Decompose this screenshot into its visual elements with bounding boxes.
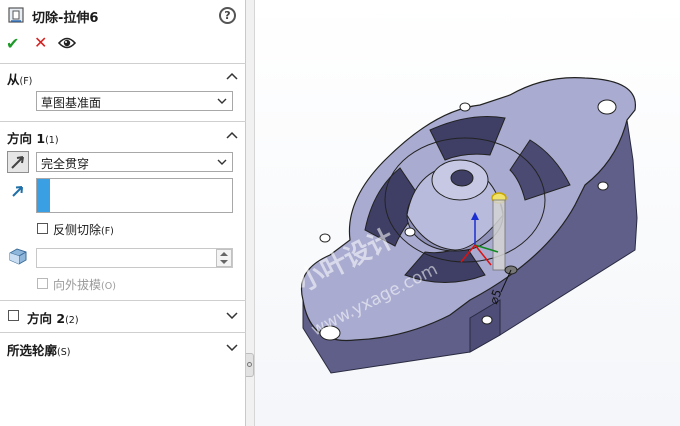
from-selected-value: 草图基准面 — [41, 96, 102, 110]
graphics-viewport[interactable]: ⌀5 小叶设计 www.yxage.com — [255, 0, 680, 426]
property-manager-panel: 切除-拉伸6 ? ✔ ✕ 从(F) 草图基准面 方向 1(1) 完全贯穿 反侧切… — [0, 0, 246, 426]
ok-button[interactable]: ✔ — [6, 34, 19, 53]
direction-vector-icon — [12, 186, 23, 197]
selection-focus-indicator — [37, 179, 50, 212]
section-direction1-header[interactable]: 方向 1(1) — [0, 125, 246, 147]
title-bar: 切除-拉伸6 ? — [0, 0, 246, 32]
spinner-arrows-icon — [220, 252, 228, 264]
separator — [0, 332, 246, 333]
chevron-down-icon — [217, 98, 227, 104]
draft-angle-field — [36, 248, 233, 268]
reverse-direction-icon — [11, 156, 24, 169]
draft-angle-spinner — [216, 249, 232, 267]
cancel-button[interactable]: ✕ — [34, 33, 47, 52]
splitter-handle[interactable] — [246, 353, 254, 377]
cut-extrude-feature-icon — [8, 7, 24, 23]
detailed-preview-button[interactable] — [58, 36, 76, 50]
direction2-checkbox[interactable] — [8, 310, 19, 321]
section-from-header[interactable]: 从(F) — [0, 66, 246, 88]
section-direction1-title: 方向 1(1) — [7, 131, 59, 146]
feature-title: 切除-拉伸6 — [32, 11, 99, 26]
section-selected-contours-header[interactable]: 所选轮廓(S) — [0, 337, 246, 359]
end-condition-dropdown[interactable]: 完全贯穿 — [36, 152, 233, 172]
flip-side-label: 反侧切除(F) — [53, 223, 114, 237]
reverse-direction-button[interactable] — [7, 151, 29, 173]
part-model[interactable]: ⌀5 — [255, 0, 680, 426]
chevron-up-icon[interactable] — [226, 131, 238, 139]
separator — [0, 300, 246, 301]
panel-splitter[interactable] — [246, 0, 255, 426]
section-selected-contours-title: 所选轮廓(S) — [7, 343, 71, 358]
section-direction2-title: 方向 2(2) — [27, 311, 79, 326]
end-condition-value: 完全贯穿 — [41, 157, 90, 171]
chevron-down-icon[interactable] — [226, 311, 238, 319]
help-icon[interactable]: ? — [219, 7, 236, 24]
flip-side-checkbox[interactable] — [37, 223, 48, 234]
draft-outward-label: 向外拔模(O) — [53, 278, 116, 292]
section-direction2-header[interactable]: 方向 2(2) — [0, 305, 246, 327]
draft-icon — [9, 248, 27, 265]
section-from-title: 从(F) — [7, 72, 33, 87]
direction-selection-box[interactable] — [36, 178, 233, 213]
draft-outward-checkbox — [37, 278, 48, 289]
draft-toggle-button[interactable] — [7, 245, 29, 267]
chevron-up-icon[interactable] — [226, 72, 238, 80]
separator — [0, 121, 246, 122]
action-buttons: ✔ ✕ — [0, 32, 246, 56]
chevron-down-icon[interactable] — [226, 343, 238, 351]
chevron-down-icon — [217, 159, 227, 165]
separator — [0, 63, 246, 64]
from-dropdown[interactable]: 草图基准面 — [36, 91, 233, 111]
